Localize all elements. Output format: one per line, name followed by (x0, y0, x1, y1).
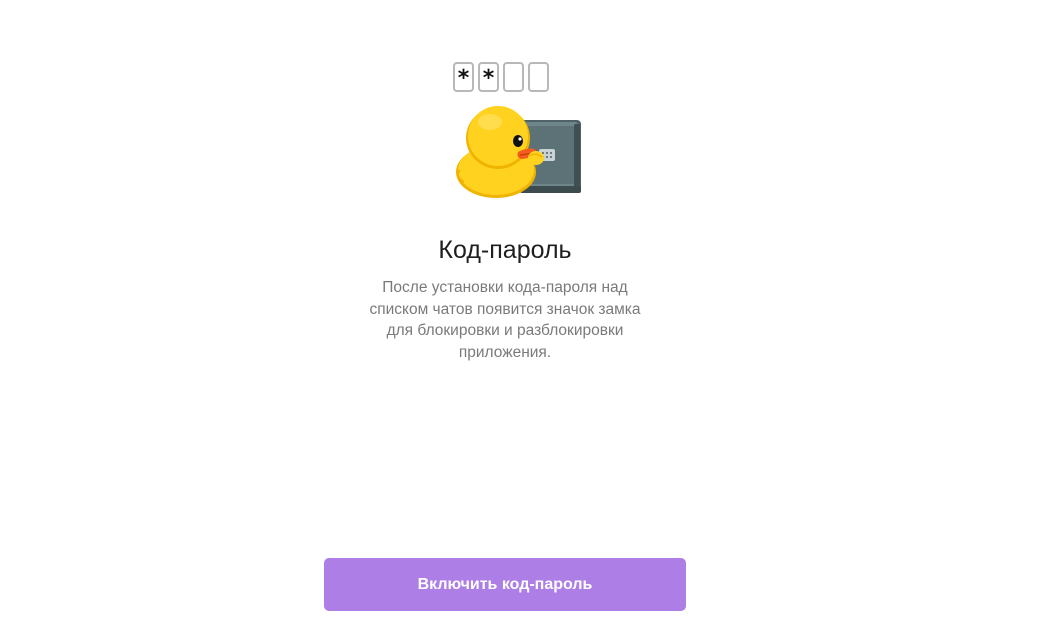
pin-digit-4 (528, 62, 549, 92)
pin-digit-3 (503, 62, 524, 92)
enable-passcode-button[interactable]: Включить код-пароль (324, 558, 686, 611)
passcode-description: После установки кода-пароля над списком … (369, 279, 641, 361)
duck-icon (456, 106, 544, 198)
pin-preview: * * (453, 62, 549, 92)
pin-digit-2: * (478, 62, 499, 92)
duck-with-safe-icon (456, 106, 581, 198)
page-title: Код-пароль (438, 236, 572, 264)
pin-digit-1: * (453, 62, 474, 92)
passcode-screen: * * Код-пароль После установки кода-паро… (0, 0, 1038, 643)
